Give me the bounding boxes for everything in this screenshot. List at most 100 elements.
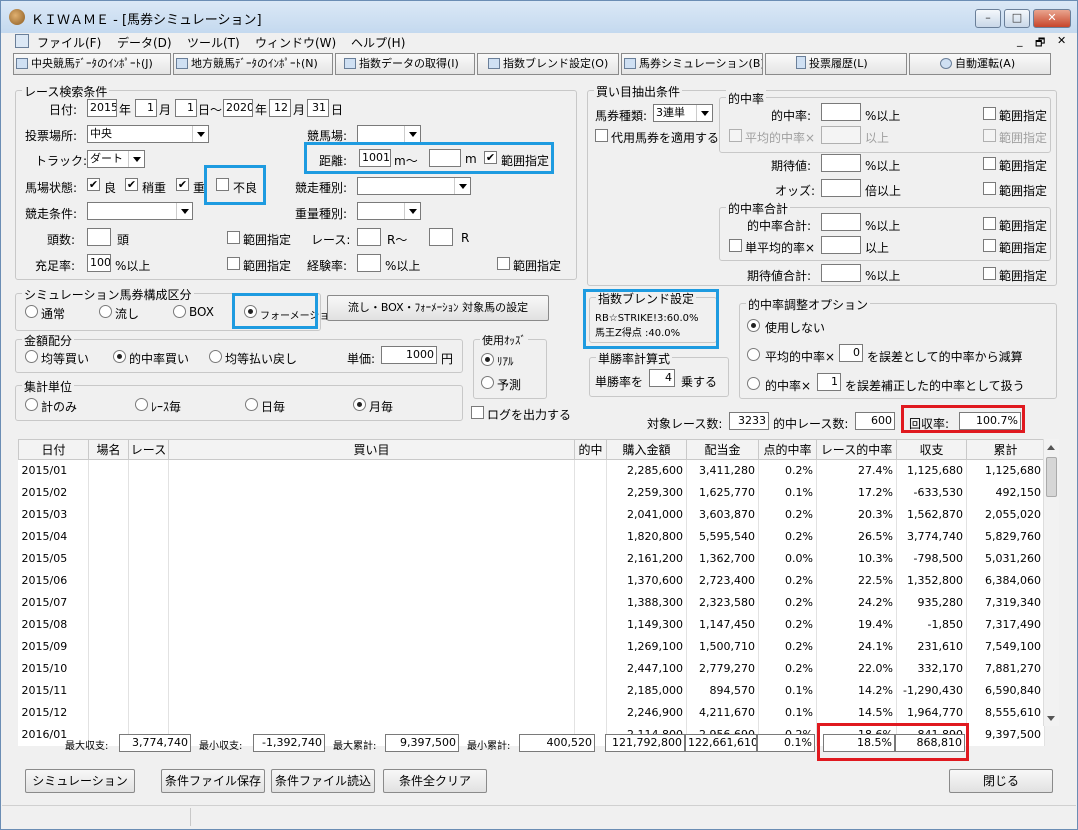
col-cumulative[interactable]: 累計 <box>966 439 1045 460</box>
weight-select[interactable] <box>357 202 421 220</box>
menu-window[interactable]: ウィンドウ(W) <box>255 34 336 51</box>
scroll-up-icon[interactable] <box>1047 445 1055 450</box>
ev-range-checkbox[interactable] <box>983 157 996 170</box>
sim-nagashi-radio[interactable] <box>99 305 112 318</box>
col-date[interactable]: 日付 <box>18 439 89 460</box>
col-point-hit[interactable]: 点的中率 <box>758 439 817 460</box>
bet-simulation-button[interactable]: 馬券シミュレーション(B) <box>621 53 763 75</box>
log-output-checkbox[interactable] <box>471 406 484 419</box>
vote-history-button[interactable]: 投票履歴(L) <box>765 53 907 75</box>
table-row[interactable]: 2015/03 2,041,000 3,603,870 0.2% 20.3% 1,562,… <box>18 503 1045 526</box>
unit-price-input[interactable]: 1000 <box>381 346 437 364</box>
avg-hit-range-checkbox[interactable] <box>983 129 996 142</box>
venue-type-select[interactable]: 中央 <box>87 125 209 143</box>
save-conditions-button[interactable]: 条件ファイル保存 <box>161 769 265 793</box>
ev-sum-range-checkbox[interactable] <box>983 267 996 280</box>
menu-data[interactable]: データ(D) <box>117 34 172 51</box>
cond-soft-checkbox[interactable]: ✔ <box>125 178 138 191</box>
heads-input[interactable] <box>87 228 111 246</box>
odds-real-radio[interactable] <box>481 353 494 366</box>
document-icon[interactable] <box>15 34 29 48</box>
substitute-checkbox[interactable] <box>595 129 608 142</box>
agg-race-radio[interactable] <box>135 398 148 411</box>
money-payout-radio[interactable] <box>209 350 222 363</box>
bet-kind-select[interactable]: 3連単 <box>653 104 713 122</box>
col-payout[interactable]: 配当金 <box>686 439 759 460</box>
race-from-input[interactable] <box>357 228 381 246</box>
auto-run-button[interactable]: 自動運転(A) <box>909 53 1051 75</box>
exp-rate-input[interactable] <box>357 254 381 272</box>
odds-predict-radio[interactable] <box>481 376 494 389</box>
day-to-input[interactable]: 31 <box>307 99 329 117</box>
mdi-minimize-button[interactable]: _ <box>1017 34 1023 47</box>
single-avg-checkbox[interactable] <box>729 239 742 252</box>
col-race-hit[interactable]: レース的中率 <box>816 439 897 460</box>
blend-settings-button[interactable]: 指数ブレンド設定(O) <box>477 53 619 75</box>
odds-input[interactable] <box>821 179 861 197</box>
sim-box-radio[interactable] <box>173 305 186 318</box>
fetch-index-button[interactable]: 指数データの取得(I) <box>335 53 475 75</box>
adjust-correct-input[interactable]: 1 <box>817 373 841 391</box>
menu-tools[interactable]: ツール(T) <box>187 34 240 51</box>
table-row[interactable]: 2015/02 2,259,300 1,625,770 0.1% 17.2% -633,5… <box>18 481 1045 504</box>
heads-range-checkbox[interactable] <box>227 231 240 244</box>
scroll-down-icon[interactable] <box>1047 716 1055 721</box>
avg-hit-input[interactable] <box>821 126 861 144</box>
table-row[interactable]: 2015/05 2,161,200 1,362,700 0.0% 10.3% -798,5… <box>18 547 1045 570</box>
day-from-input[interactable]: 1 <box>175 99 197 117</box>
col-bets[interactable]: 買い目 <box>168 439 575 460</box>
single-avg-input[interactable] <box>821 236 861 254</box>
import-central-button[interactable]: 中央競馬ﾃﾞｰﾀのｲﾝﾎﾟｰﾄ(J) <box>13 53 171 75</box>
year-to-input[interactable]: 2020 <box>223 99 253 117</box>
money-hitrate-radio[interactable] <box>113 350 126 363</box>
hit-rate-input[interactable] <box>821 103 861 121</box>
table-row[interactable]: 2015/10 2,447,100 2,779,270 0.2% 22.0% 332,17… <box>18 657 1045 680</box>
hit-sum-input[interactable] <box>821 213 861 231</box>
tan-power-input[interactable]: 4 <box>649 369 675 387</box>
load-conditions-button[interactable]: 条件ファイル読込 <box>271 769 375 793</box>
adjust-none-radio[interactable] <box>747 319 760 332</box>
table-row[interactable]: 2015/12 2,246,900 4,211,670 0.1% 14.5% 1,964,… <box>18 701 1045 724</box>
avg-hit-checkbox[interactable] <box>729 129 742 142</box>
single-avg-range-checkbox[interactable] <box>983 239 996 252</box>
course-select[interactable] <box>357 125 421 143</box>
maximize-button[interactable]: □ <box>1004 9 1030 28</box>
col-race[interactable]: レース <box>128 439 169 460</box>
mdi-close-button[interactable]: ✕ <box>1057 34 1066 47</box>
col-purchase[interactable]: 購入金額 <box>606 439 687 460</box>
col-hit[interactable]: 的中 <box>574 439 607 460</box>
track-select[interactable]: ダート <box>87 150 145 168</box>
ev-sum-input[interactable] <box>821 264 861 282</box>
import-local-button[interactable]: 地方競馬ﾃﾞｰﾀのｲﾝﾎﾟｰﾄ(N) <box>173 53 333 75</box>
hit-sum-range-checkbox[interactable] <box>983 217 996 230</box>
table-row[interactable]: 2015/04 1,820,800 5,595,540 0.2% 26.5% 3,774,… <box>18 525 1045 548</box>
simulate-button[interactable]: シミュレーション <box>25 769 135 793</box>
agg-month-radio[interactable] <box>353 398 366 411</box>
table-row[interactable]: 2015/08 1,149,300 1,147,450 0.2% 19.4% -1,850… <box>18 613 1045 636</box>
minimize-button[interactable]: – <box>975 9 1001 28</box>
clear-conditions-button[interactable]: 条件全クリア <box>383 769 487 793</box>
table-row[interactable]: 2015/06 1,370,600 2,723,400 0.2% 22.5% 1,352,… <box>18 569 1045 592</box>
table-row[interactable]: 2015/11 2,185,000 894,570 0.1% 14.2% -1,290,4… <box>18 679 1045 702</box>
menu-file[interactable]: ファイル(F) <box>37 34 101 51</box>
race-cond-select[interactable] <box>87 202 193 220</box>
table-row[interactable]: 2015/01 2,285,600 3,411,280 0.2% 27.4% 1,125,… <box>18 459 1045 482</box>
adjust-subtract-input[interactable]: 0 <box>839 344 863 362</box>
money-even-radio[interactable] <box>25 350 38 363</box>
race-type-select[interactable] <box>357 177 471 195</box>
mdi-restore-button[interactable]: 🗗 <box>1035 34 1045 53</box>
scroll-thumb[interactable] <box>1046 457 1057 497</box>
exp-range-checkbox[interactable] <box>497 257 510 270</box>
agg-day-radio[interactable] <box>245 398 258 411</box>
ev-input[interactable] <box>821 154 861 172</box>
col-venue[interactable]: 場名 <box>88 439 129 460</box>
adjust-correct-radio[interactable] <box>747 377 760 390</box>
table-row[interactable]: 2015/07 1,388,300 2,323,580 0.2% 24.2% 935,28… <box>18 591 1045 614</box>
month-from-input[interactable]: 1 <box>135 99 157 117</box>
table-row[interactable]: 2015/09 1,269,100 1,500,710 0.2% 24.1% 231,61… <box>18 635 1045 658</box>
year-from-input[interactable]: 2015 <box>87 99 117 117</box>
cond-good-checkbox[interactable]: ✔ <box>87 178 100 191</box>
agg-total-radio[interactable] <box>25 398 38 411</box>
adjust-subtract-radio[interactable] <box>747 348 760 361</box>
hit-range-checkbox[interactable] <box>983 107 996 120</box>
